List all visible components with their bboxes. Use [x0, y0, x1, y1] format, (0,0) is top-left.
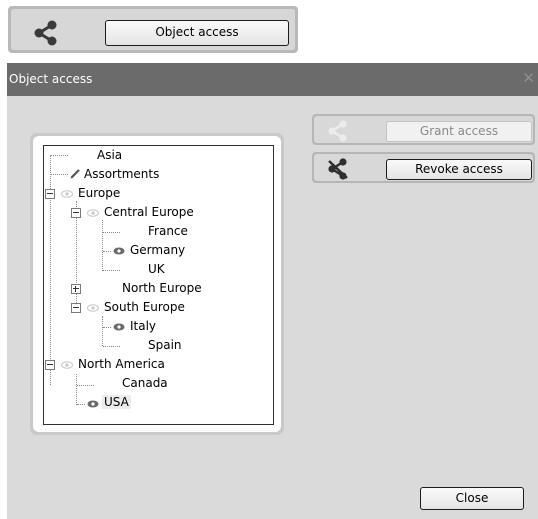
tree-item-label: Asia [97, 148, 123, 162]
tree-connector [77, 404, 85, 405]
expand-north-europe-toggle[interactable] [71, 284, 81, 294]
dialog-title: Object access [9, 72, 93, 86]
eye-icon [61, 190, 73, 198]
tree-item-asia[interactable]: Asia [95, 146, 124, 165]
collapse-north-america-toggle[interactable] [45, 360, 55, 370]
object-access-launcher: Object access [8, 6, 298, 53]
tree-connector [103, 346, 120, 347]
tree-connector [51, 155, 68, 156]
tree-item-italy[interactable]: Italy [128, 317, 158, 336]
grant-access-panel: Grant access [312, 114, 535, 145]
tree-connector [77, 385, 94, 386]
close-icon[interactable]: ✕ [522, 69, 535, 87]
tree-item-label: North Europe [122, 281, 202, 295]
tree-item-label: France [148, 224, 188, 238]
tree-item-label: Canada [122, 376, 168, 390]
tree-connector [103, 232, 120, 233]
tree-frame: Asia Assortments Europe Central Europe F… [30, 133, 284, 435]
tree-item-label: South Europe [104, 300, 185, 314]
collapse-central-europe-toggle[interactable] [71, 208, 81, 218]
object-tree[interactable]: Asia Assortments Europe Central Europe F… [43, 145, 274, 425]
tree-frame-inner: Asia Assortments Europe Central Europe F… [33, 136, 281, 432]
tree-connector [103, 270, 120, 271]
tree-item-label: Assortments [84, 167, 160, 181]
tree-item-uk[interactable]: UK [146, 260, 167, 279]
collapse-south-europe-toggle[interactable] [71, 303, 81, 313]
tree-connector [76, 374, 77, 405]
eye-icon [87, 304, 99, 312]
share-icon [328, 120, 347, 142]
tree-item-label: USA [102, 395, 131, 409]
tree-item-spain[interactable]: Spain [146, 336, 184, 355]
dialog-titlebar: Object access ✕ [7, 63, 538, 96]
tree-item-label: Spain [148, 338, 182, 352]
tree-item-label: North America [78, 357, 165, 371]
tree-item-europe[interactable]: Europe [76, 184, 122, 203]
tree-item-label: Central Europe [104, 205, 194, 219]
eye-icon [87, 209, 99, 217]
eye-icon [113, 323, 125, 331]
tree-item-south-europe[interactable]: South Europe [102, 298, 187, 317]
object-access-dialog: Object access ✕ Asia Assortments Europe … [7, 63, 538, 519]
pencil-icon [70, 169, 80, 179]
eye-icon [87, 400, 99, 408]
eye-icon [113, 247, 125, 255]
tree-connector [103, 251, 111, 252]
tree-connector [103, 327, 111, 328]
grant-panel-inner: Grant access [314, 116, 533, 143]
tree-item-usa[interactable]: USA [102, 393, 131, 412]
tree-item-canada[interactable]: Canada [120, 374, 170, 393]
tree-connector [102, 316, 103, 346]
revoke-access-panel: Revoke access [312, 152, 535, 183]
tree-item-germany[interactable]: Germany [128, 241, 187, 260]
launcher-inner: Object access [11, 9, 295, 50]
share-icon [34, 20, 57, 46]
tree-item-label: Germany [130, 243, 186, 257]
unshare-icon [328, 158, 348, 180]
eye-icon [61, 361, 73, 369]
tree-item-label: UK [148, 262, 165, 276]
tree-item-label: Italy [130, 319, 157, 333]
collapse-europe-toggle[interactable] [45, 189, 55, 199]
tree-connector [51, 174, 68, 175]
tree-item-north-america[interactable]: North America [76, 355, 167, 374]
tree-item-north-europe[interactable]: North Europe [120, 279, 204, 298]
revoke-access-button[interactable]: Revoke access [386, 159, 532, 180]
close-button[interactable]: Close [420, 487, 524, 510]
tree-item-central-europe[interactable]: Central Europe [102, 203, 196, 222]
revoke-panel-inner: Revoke access [314, 154, 533, 181]
object-access-button[interactable]: Object access [105, 20, 289, 46]
tree-item-assortments[interactable]: Assortments [82, 165, 161, 184]
tree-item-label: Europe [78, 186, 121, 200]
grant-access-button[interactable]: Grant access [386, 121, 532, 142]
tree-connector [102, 220, 103, 271]
tree-item-france[interactable]: France [146, 222, 190, 241]
